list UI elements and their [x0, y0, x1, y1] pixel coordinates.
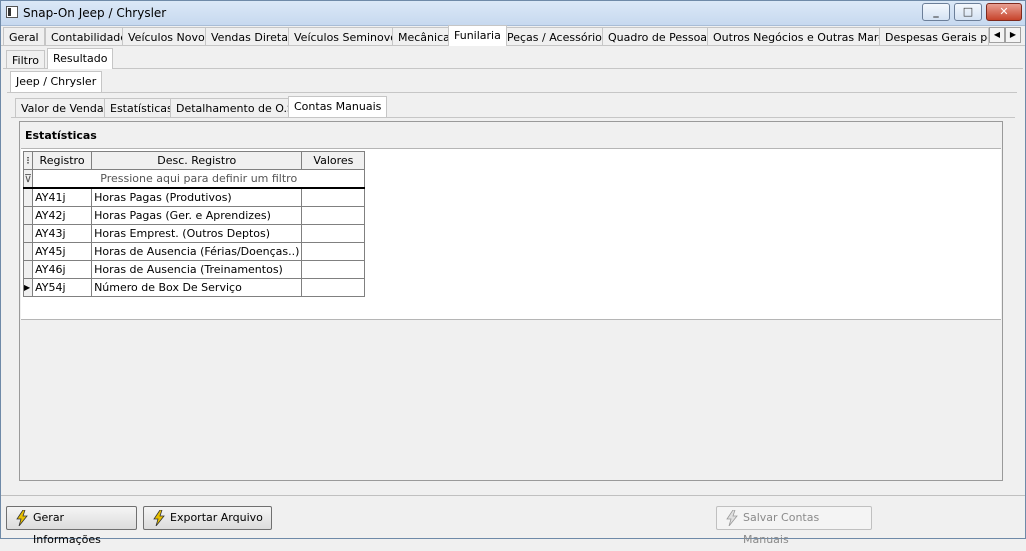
salvar-label: Salvar Contas Manuais	[743, 511, 820, 546]
cell-valor[interactable]	[301, 206, 366, 225]
tab-outros-negocios[interactable]: Outros Negócios e Outras Marcas	[707, 27, 903, 46]
column-chooser-icon[interactable]: ⁝	[22, 151, 34, 170]
table-row[interactable]: AY42j Horas Pagas (Ger. e Aprendizes)	[22, 206, 366, 225]
tab-funilaria[interactable]: Funilaria	[448, 25, 507, 46]
sub-tab-strip: Filtro Resultado	[1, 48, 1025, 70]
application-window: Snap-On Jeep / Chrysler _ □ ✕ Geral Cont…	[0, 0, 1026, 546]
cell-registro[interactable]: AY46j	[32, 260, 93, 279]
tab-pecas-acessorios[interactable]: Peças / Acessórios	[501, 27, 614, 46]
gerar-informacoes-button[interactable]: Gerar Informações	[6, 506, 137, 546]
tab-vendas-diretas[interactable]: Vendas Diretas	[205, 27, 300, 46]
column-header-desc-registro[interactable]: Desc. Registro	[91, 151, 303, 170]
gerar-label: Gerar Informações	[33, 511, 101, 546]
window-title: Snap-On Jeep / Chrysler	[23, 6, 167, 20]
lightning-icon	[16, 510, 28, 526]
divider	[3, 68, 1023, 69]
tab-estatisticas[interactable]: Estatísticas	[104, 98, 179, 117]
maximize-button[interactable]: □	[954, 3, 982, 21]
divider	[1, 495, 1025, 496]
tab-geral[interactable]: Geral	[3, 27, 45, 46]
table-row[interactable]: AY41j Horas Pagas (Produtivos)	[22, 187, 366, 207]
row-indicator	[22, 206, 34, 225]
filter-icon: ⊽	[22, 169, 34, 189]
app-icon	[6, 6, 18, 18]
column-header-valores[interactable]: Valores	[301, 151, 366, 170]
title-bar: Snap-On Jeep / Chrysler _ □ ✕	[1, 1, 1025, 26]
cell-registro[interactable]: AY54j	[32, 278, 93, 297]
row-indicator	[22, 242, 34, 261]
main-tab-strip: Geral Contabilidade Veículos Novos Venda…	[1, 25, 1025, 47]
data-grid: ⁝ Registro Desc. Registro Valores ⊽ Pres…	[22, 151, 366, 297]
tab-despesas-gerais[interactable]: Despesas Gerais por D	[879, 27, 989, 46]
exportar-label: Exportar Arquivo	[170, 511, 263, 524]
cell-registro[interactable]: AY42j	[32, 206, 93, 225]
divider	[1, 45, 1025, 46]
minimize-button[interactable]: _	[922, 3, 950, 21]
exportar-arquivo-button[interactable]: Exportar Arquivo	[143, 506, 272, 530]
cell-registro[interactable]: AY45j	[32, 242, 93, 261]
row-indicator	[22, 224, 34, 243]
filter-placeholder[interactable]: Pressione aqui para definir um filtro	[32, 169, 366, 189]
salvar-contas-manuais-button[interactable]: Salvar Contas Manuais	[716, 506, 872, 546]
tab-veiculos-novos[interactable]: Veículos Novos	[122, 27, 217, 46]
tab-filtro[interactable]: Filtro	[6, 50, 45, 69]
table-row[interactable]: ▶ AY54j Número de Box De Serviço	[22, 278, 366, 297]
tab-valor-de-vendas[interactable]: Valor de Vendas	[15, 98, 116, 117]
cell-valor[interactable]	[301, 242, 366, 261]
divider	[7, 92, 1017, 93]
report-tab-strip: Valor de Vendas Estatísticas Detalhament…	[1, 96, 1025, 118]
grid-header-row: ⁝ Registro Desc. Registro Valores	[22, 151, 366, 170]
cell-registro[interactable]: AY43j	[32, 224, 93, 243]
table-row[interactable]: AY43j Horas Emprest. (Outros Deptos)	[22, 224, 366, 243]
table-row[interactable]: AY45j Horas de Ausencia (Férias/Doenças.…	[22, 242, 366, 261]
table-row[interactable]: AY46j Horas de Ausencia (Treinamentos)	[22, 260, 366, 279]
cell-desc[interactable]: Horas de Ausencia (Férias/Doenças..)	[91, 242, 303, 261]
cell-desc[interactable]: Horas Pagas (Ger. e Aprendizes)	[91, 206, 303, 225]
tab-mecanica[interactable]: Mecânica	[392, 27, 456, 46]
row-indicator	[22, 187, 34, 207]
group-title: Estatísticas	[25, 129, 97, 142]
tab-resultado[interactable]: Resultado	[47, 48, 114, 69]
tab-detalhamento-os[interactable]: Detalhamento de O.S.	[170, 98, 304, 117]
tab-quadro-de-pessoas[interactable]: Quadro de Pessoas	[602, 27, 719, 46]
column-header-registro[interactable]: Registro	[32, 151, 93, 170]
cell-registro[interactable]: AY41j	[32, 187, 93, 207]
estatisticas-group: Estatísticas ⁝ Registro Desc. Registro V…	[19, 121, 1003, 481]
tab-contas-manuais[interactable]: Contas Manuais	[288, 96, 388, 117]
tab-veiculos-seminovos[interactable]: Veículos Seminovos	[288, 27, 409, 46]
close-button[interactable]: ✕	[986, 3, 1022, 21]
grid-container: ⁝ Registro Desc. Registro Valores ⊽ Pres…	[21, 148, 1001, 320]
brand-tab-strip: Jeep / Chrysler	[1, 71, 1025, 93]
row-indicator	[22, 260, 34, 279]
cell-valor[interactable]	[301, 224, 366, 243]
tab-scroll-right-button[interactable]: ▶	[1005, 27, 1021, 43]
filter-row[interactable]: ⊽ Pressione aqui para definir um filtro	[22, 169, 366, 189]
cell-desc[interactable]: Número de Box De Serviço	[91, 278, 303, 297]
cell-valor[interactable]	[301, 278, 366, 297]
tab-contabilidade[interactable]: Contabilidade	[45, 27, 134, 46]
cell-desc[interactable]: Horas Emprest. (Outros Deptos)	[91, 224, 303, 243]
current-row-arrow-icon: ▶	[22, 278, 34, 297]
tab-scroll-left-button[interactable]: ◀	[989, 27, 1005, 43]
cell-valor[interactable]	[301, 187, 366, 207]
divider	[11, 117, 1015, 118]
cell-valor[interactable]	[301, 260, 366, 279]
lightning-icon	[726, 510, 738, 526]
lightning-icon	[153, 510, 165, 526]
cell-desc[interactable]: Horas de Ausencia (Treinamentos)	[91, 260, 303, 279]
cell-desc[interactable]: Horas Pagas (Produtivos)	[91, 187, 303, 207]
tab-jeep-chrysler[interactable]: Jeep / Chrysler	[10, 71, 103, 92]
